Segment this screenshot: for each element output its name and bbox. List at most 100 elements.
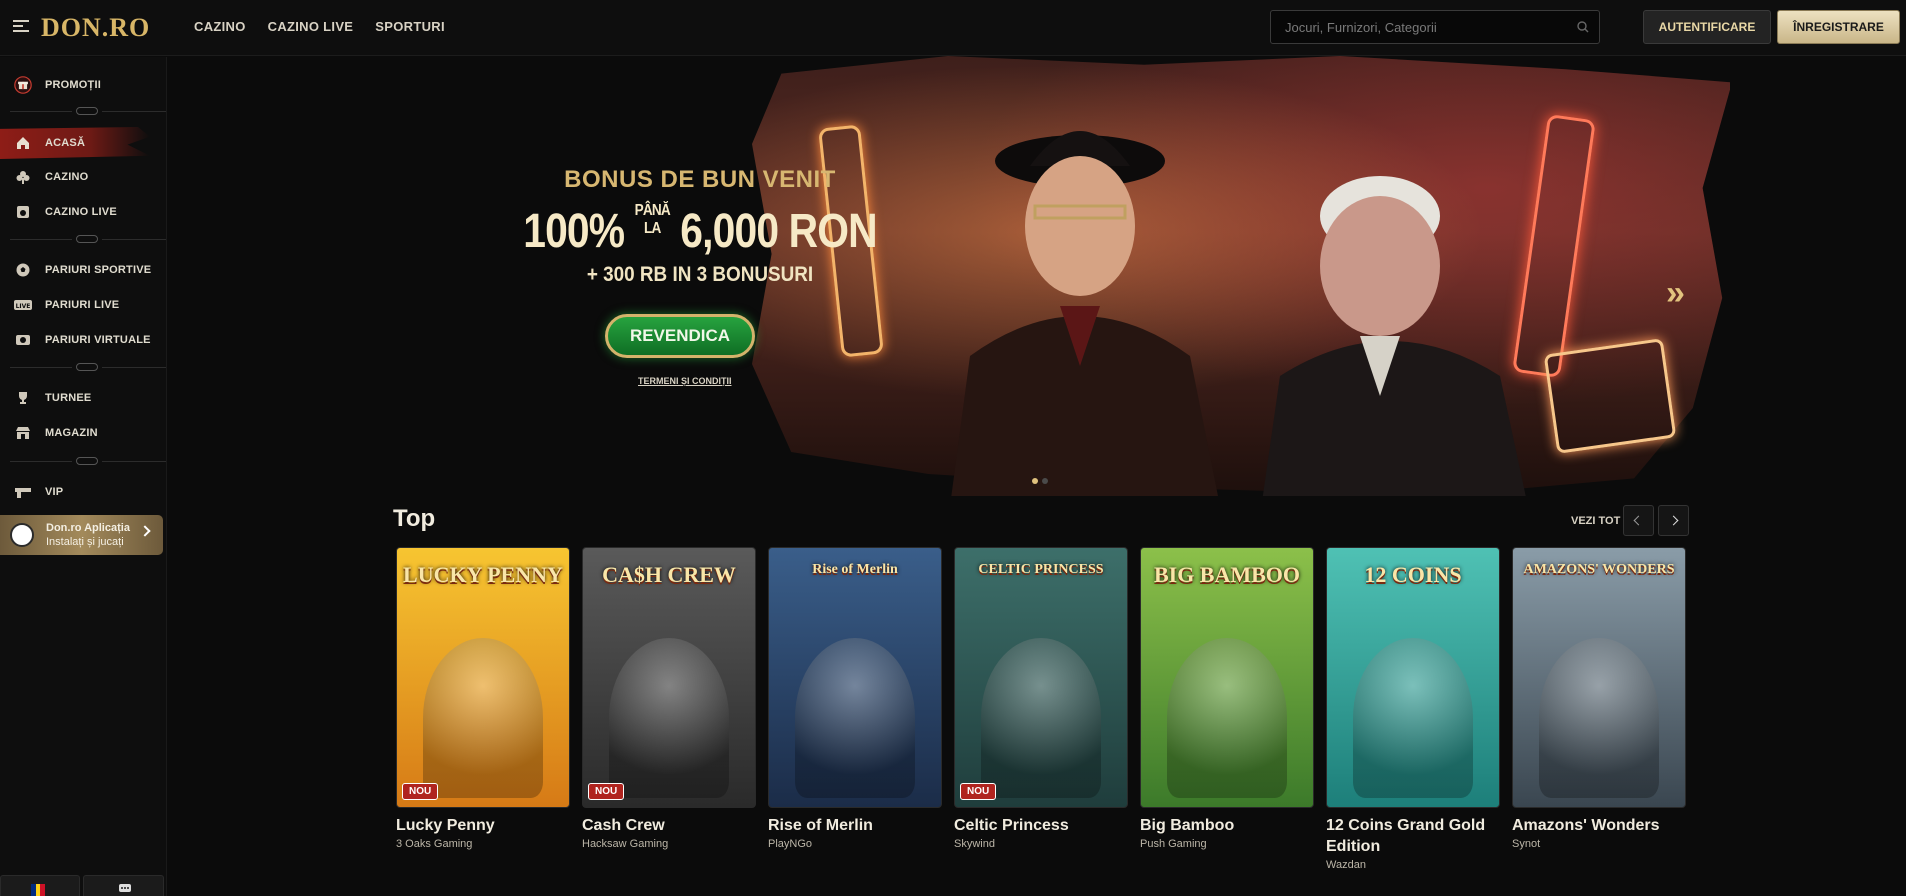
site-logo[interactable]: DON.RO xyxy=(41,13,150,43)
game-thumbnail[interactable]: CA$H CREW NOU xyxy=(582,547,756,808)
game-name[interactable]: Rise of Merlin xyxy=(768,815,942,836)
chat-button[interactable] xyxy=(83,875,164,896)
game-card[interactable]: LUCKY PENNY NOU Lucky Penny 3 Oaks Gaming xyxy=(396,547,570,850)
vip-gun-icon xyxy=(14,483,32,501)
sidebar-item-tournaments[interactable]: TURNEE xyxy=(0,382,167,414)
section-title: Top xyxy=(393,505,436,532)
game-card[interactable]: Rise of Merlin Rise of Merlin PlayNGo xyxy=(768,547,942,850)
nav-sports[interactable]: SPORTURI xyxy=(375,19,445,34)
game-character-art xyxy=(609,638,729,798)
game-character-art xyxy=(795,638,915,798)
game-name[interactable]: Cash Crew xyxy=(582,815,756,836)
trophy-icon xyxy=(14,389,32,407)
sidebar-divider xyxy=(10,235,166,243)
game-card[interactable]: CELTIC PRINCESS NOU Celtic Princess Skywind xyxy=(954,547,1128,850)
ro-flag-icon xyxy=(31,884,46,896)
banner-dot[interactable] xyxy=(1032,478,1038,484)
game-thumbnail[interactable]: LUCKY PENNY NOU xyxy=(396,547,570,808)
game-provider: Wazdan xyxy=(1326,859,1366,871)
login-button[interactable]: AUTENTIFICARE xyxy=(1643,10,1771,44)
sidebar-item-home[interactable]: ACASĂ xyxy=(0,127,150,159)
banner-extra: + 300 RB IN 3 BONUSURI xyxy=(586,263,814,286)
new-badge: NOU xyxy=(402,783,439,800)
claim-bonus-button[interactable]: REVENDICA xyxy=(605,314,755,358)
sidebar-item-casino[interactable]: CAZINO xyxy=(0,161,167,193)
game-thumbnail[interactable]: AMAZONS' WONDERS xyxy=(1512,547,1686,808)
sidebar-item-label: ACASĂ xyxy=(45,137,86,149)
offer-percent: 100% xyxy=(523,205,625,258)
search-box xyxy=(1270,10,1600,44)
terms-link[interactable]: TERMENI ȘI CONDIȚII xyxy=(638,376,732,386)
game-provider: Skywind xyxy=(954,838,995,850)
sidebar-item-shop[interactable]: MAGAZIN xyxy=(0,417,167,449)
mobster-figure-left xyxy=(951,131,1218,496)
games-prev-button[interactable] xyxy=(1623,505,1654,536)
gift-icon xyxy=(14,76,32,94)
sidebar-item-label: TURNEE xyxy=(45,392,92,404)
banner-next-icon[interactable]: » xyxy=(1666,274,1685,313)
game-art-title: LUCKY PENNY xyxy=(403,562,563,587)
nav-live-casino[interactable]: CAZINO LIVE xyxy=(268,19,354,34)
banner-pagination xyxy=(1032,478,1048,484)
game-name[interactable]: Lucky Penny xyxy=(396,815,570,836)
game-name[interactable]: Celtic Princess xyxy=(954,815,1128,836)
game-name[interactable]: 12 Coins Grand Gold Edition xyxy=(1326,815,1500,857)
game-thumbnail[interactable]: CELTIC PRINCESS NOU xyxy=(954,547,1128,808)
see-all-link[interactable]: VEZI TOT xyxy=(1571,515,1620,527)
sidebar-item-sports-betting[interactable]: PARIURI SPORTIVE xyxy=(0,254,167,286)
game-character-art xyxy=(1353,638,1473,798)
game-character-art xyxy=(981,638,1101,798)
game-provider: 3 Oaks Gaming xyxy=(396,838,473,850)
game-character-art xyxy=(423,638,543,798)
promo-banner[interactable]: BONUS DE BUN VENIT 100% PÂNĂ LA 6,000 RON… xyxy=(490,56,1730,496)
sidebar: PROMOȚII ACASĂ CAZINO CAZINO LIVE PARIUR… xyxy=(0,57,167,896)
game-name[interactable]: Amazons' Wonders xyxy=(1512,815,1686,836)
banner-dot[interactable] xyxy=(1042,478,1048,484)
game-art-title: CA$H CREW xyxy=(602,562,736,587)
sidebar-item-live-casino[interactable]: CAZINO LIVE xyxy=(0,196,167,228)
live-casino-icon xyxy=(14,203,32,221)
game-card[interactable]: 12 COINS 12 Coins Grand Gold Edition Wazda… xyxy=(1326,547,1500,871)
game-thumbnail[interactable]: BIG BAMBOO xyxy=(1140,547,1314,808)
globe-icon xyxy=(10,523,34,547)
mobster-figure-right xyxy=(1262,176,1526,496)
game-thumbnail[interactable]: 12 COINS xyxy=(1326,547,1500,808)
neon-big-sign xyxy=(1543,338,1677,454)
app-install-card[interactable]: Don.ro Aplicația Instalați și jucați xyxy=(0,515,163,555)
sidebar-item-virtual-betting[interactable]: PARIURI VIRTUALE xyxy=(0,324,167,356)
game-card[interactable]: BIG BAMBOO Big Bamboo Push Gaming xyxy=(1140,547,1314,850)
search-icon[interactable] xyxy=(1577,21,1589,33)
game-thumbnail[interactable]: Rise of Merlin xyxy=(768,547,942,808)
banner-offer: 100% PÂNĂ LA 6,000 RON xyxy=(522,202,879,259)
menu-icon[interactable] xyxy=(13,20,29,34)
game-provider: PlayNGo xyxy=(768,838,813,850)
home-icon xyxy=(14,134,32,152)
soccer-ball-icon xyxy=(14,261,32,279)
sidebar-item-label: CAZINO LIVE xyxy=(45,206,117,218)
sidebar-item-vip[interactable]: VIP xyxy=(0,476,167,508)
new-badge: NOU xyxy=(960,783,997,800)
games-next-button[interactable] xyxy=(1658,505,1689,536)
sidebar-item-label: PARIURI LIVE xyxy=(45,299,120,311)
chevron-right-icon xyxy=(139,525,151,537)
sidebar-item-promotions[interactable]: PROMOȚII xyxy=(0,69,167,101)
game-art-title: BIG BAMBOO xyxy=(1153,562,1301,587)
sidebar-item-live-betting[interactable]: LIVE PARIURI LIVE xyxy=(0,289,167,321)
offer-up-to: PÂNĂ LA xyxy=(634,202,671,237)
app-card-subtitle: Instalați și jucați xyxy=(46,536,124,548)
svg-text:LIVE: LIVE xyxy=(16,303,31,310)
nav-casino[interactable]: CAZINO xyxy=(194,19,246,34)
register-button[interactable]: ÎNREGISTRARE xyxy=(1777,10,1900,44)
game-art-title: Rise of Merlin xyxy=(812,562,898,577)
game-art-title: CELTIC PRINCESS xyxy=(978,562,1104,577)
language-selector[interactable] xyxy=(0,875,80,896)
game-card[interactable]: CA$H CREW NOU Cash Crew Hacksaw Gaming xyxy=(582,547,756,850)
banner-heading: BONUS DE BUN VENIT xyxy=(564,166,836,193)
sidebar-divider xyxy=(10,457,166,465)
club-icon xyxy=(14,168,32,186)
game-card[interactable]: AMAZONS' WONDERS Amazons' Wonders Synot xyxy=(1512,547,1686,850)
top-header: DON.RO CAZINO CAZINO LIVE SPORTURI AUTEN… xyxy=(0,0,1906,56)
game-name[interactable]: Big Bamboo xyxy=(1140,815,1314,836)
search-input[interactable] xyxy=(1271,11,1571,43)
shop-icon xyxy=(14,424,32,442)
